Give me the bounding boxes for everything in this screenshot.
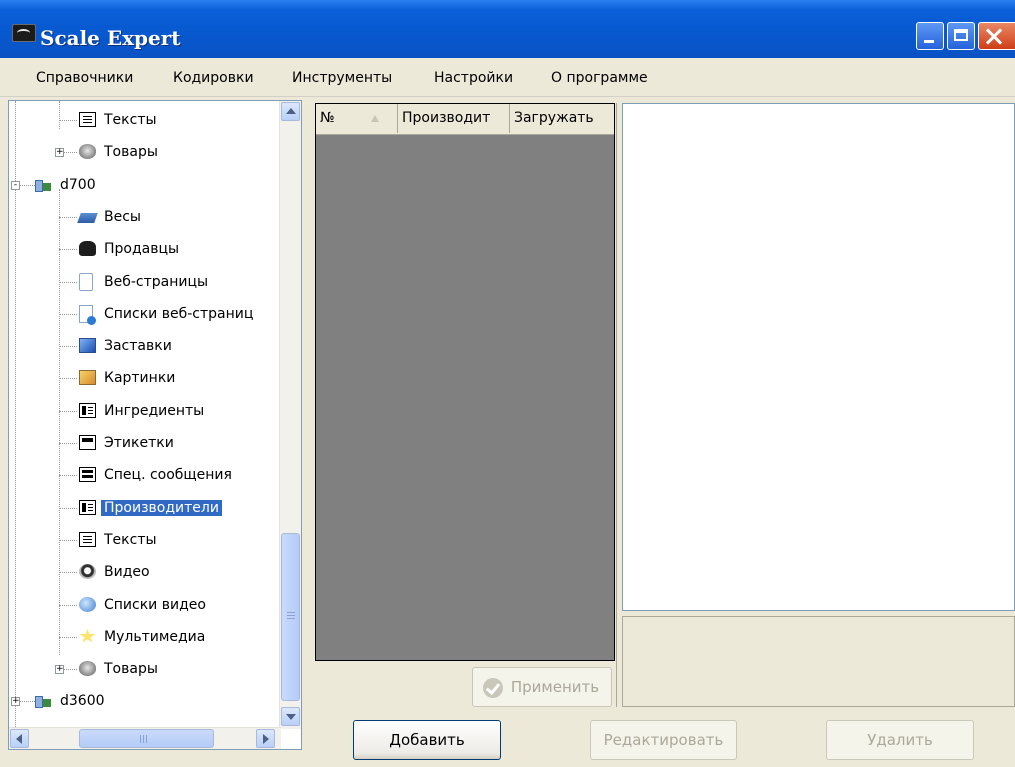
tree-item[interactable]: Веб-страницы — [9, 270, 281, 294]
message-icon — [79, 467, 96, 483]
tree-item[interactable]: Списки видео — [9, 593, 281, 617]
tree-item[interactable]: Ингредиенты — [9, 399, 281, 423]
page-list-icon — [79, 304, 96, 325]
disk-icon — [79, 144, 96, 160]
tree-item-label: Видео — [104, 564, 150, 581]
apply-button[interactable]: Применить — [472, 667, 612, 707]
expand-icon[interactable]: + — [55, 665, 64, 675]
tree-item-label: d700 — [60, 176, 96, 193]
tree-item[interactable]: + Товары — [9, 657, 281, 681]
tree-item-label: Продавцы — [104, 241, 180, 258]
tree-item-label: Картинки — [104, 370, 176, 387]
tree-horizontal-scrollbar[interactable] — [9, 727, 281, 749]
tree-item[interactable]: Тексты — [9, 528, 281, 552]
menu-bar: Справочники Кодировки Инструменты Настро… — [0, 58, 1015, 97]
add-button[interactable]: Добавить — [353, 720, 501, 760]
minimize-button[interactable] — [916, 22, 944, 50]
video-list-icon — [79, 596, 96, 612]
scale-icon — [77, 212, 98, 223]
tree-item[interactable]: Производители — [9, 496, 281, 520]
tree-item-label: Веб-страницы — [104, 273, 209, 290]
tree-item-label: Этикетки — [104, 435, 174, 451]
scroll-left-button[interactable] — [10, 729, 29, 748]
menu-about[interactable]: О программе — [551, 70, 648, 86]
tree-item[interactable]: Мультимедиа — [9, 625, 281, 649]
menu-encodings[interactable]: Кодировки — [173, 70, 254, 86]
horizontal-scroll-thumb[interactable] — [79, 729, 214, 748]
tree-item[interactable]: Продавцы — [9, 237, 281, 261]
edit-button[interactable]: Редактировать — [590, 720, 737, 760]
network-icon — [35, 177, 52, 192]
tree-item-label: Производители — [101, 499, 222, 516]
tree-item-label: Списки веб-страниц — [104, 305, 254, 322]
tree-item[interactable]: + d3600 — [9, 689, 281, 713]
tree-item[interactable]: Заставки — [9, 334, 281, 358]
scroll-down-button[interactable] — [281, 707, 300, 726]
tree-item[interactable]: Картинки — [9, 366, 281, 390]
navigation-tree[interactable]: Тексты + Товары - d700 Весы Продавцы Веб-страни… — [8, 100, 302, 750]
panel-divider — [616, 103, 617, 707]
preview-panel — [622, 616, 1015, 707]
collapse-icon[interactable]: - — [11, 180, 20, 190]
menu-directories[interactable]: Справочники — [36, 70, 133, 86]
manufacturers-grid[interactable]: № Производит Загружать — [315, 103, 615, 661]
tree-item[interactable]: Этикетки — [9, 431, 281, 455]
detail-panel[interactable] — [622, 103, 1015, 611]
column-header-load[interactable]: Загружать — [510, 104, 614, 133]
user-icon — [79, 241, 96, 257]
tree-item-label: Товары — [104, 144, 158, 161]
tree-item[interactable]: Списки веб-страниц — [9, 302, 281, 326]
tree-item[interactable]: + Товары — [9, 140, 281, 164]
manufacturer-icon — [79, 499, 96, 515]
scroll-up-button[interactable] — [281, 102, 300, 121]
tree-item-label: Мультимедиа — [104, 628, 206, 645]
column-header-manufacturer[interactable]: Производит — [398, 104, 510, 133]
video-icon — [79, 564, 96, 580]
window-title: Scale Expert — [40, 26, 181, 50]
tree-item-label: Списки видео — [104, 596, 206, 613]
apply-button-label: Применить — [510, 678, 600, 696]
label-icon — [79, 435, 96, 450]
grid-header: № Производит Загружать — [316, 104, 614, 135]
close-button[interactable] — [978, 22, 1015, 50]
tree-item-label: Тексты — [104, 531, 157, 548]
delete-button[interactable]: Удалить — [826, 720, 974, 760]
app-icon — [12, 24, 36, 42]
picture-icon — [79, 370, 96, 386]
tree-item-label: Тексты — [104, 112, 157, 128]
network-icon — [35, 693, 52, 709]
text-icon — [79, 531, 96, 547]
column-label-number: № — [320, 110, 335, 126]
tree-item[interactable]: Тексты — [9, 108, 281, 132]
tree-item-label: Спец. сообщения — [104, 467, 232, 484]
tree-item[interactable]: Спец. сообщения — [9, 463, 281, 487]
ingredients-icon — [79, 402, 96, 418]
tree-item-label: Заставки — [104, 338, 172, 355]
sort-ascending-icon — [371, 115, 379, 122]
tree-item[interactable]: Видео — [9, 560, 281, 584]
tree-item-label: Весы — [104, 208, 141, 225]
tree-item-label: Ингредиенты — [104, 402, 205, 419]
expand-icon[interactable]: + — [55, 148, 64, 158]
tree-item[interactable]: - d700 — [9, 173, 281, 197]
scroll-thumb[interactable] — [281, 533, 300, 701]
check-circle-icon — [483, 678, 503, 698]
tree-item-label: Товары — [104, 661, 158, 678]
tree-item[interactable]: Весы — [9, 205, 281, 229]
column-header-number[interactable]: № — [316, 104, 398, 133]
page-icon — [79, 272, 93, 291]
maximize-button[interactable] — [947, 22, 975, 50]
title-bar[interactable]: Scale Expert — [0, 0, 1015, 58]
star-icon — [79, 628, 96, 643]
disk-icon — [79, 661, 96, 677]
menu-settings[interactable]: Настройки — [434, 70, 513, 86]
tree-item-label: d3600 — [60, 693, 105, 710]
menu-tools[interactable]: Инструменты — [292, 70, 392, 86]
expand-icon[interactable]: + — [11, 697, 20, 707]
text-icon — [79, 112, 96, 127]
tree-vertical-scrollbar[interactable] — [279, 101, 301, 729]
scroll-right-button[interactable] — [256, 729, 275, 748]
screensaver-icon — [79, 338, 96, 354]
